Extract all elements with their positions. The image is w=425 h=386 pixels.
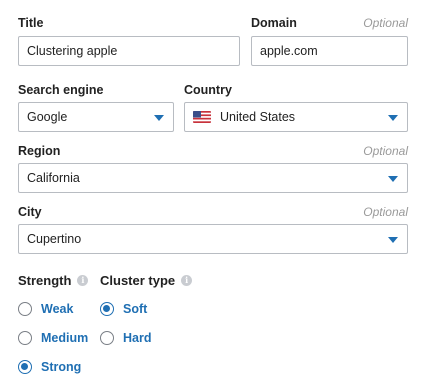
domain-label: Domain [251,16,297,30]
title-input-value: Clustering apple [27,44,118,58]
search-engine-value: Google [27,110,68,124]
region-select[interactable]: California [18,163,408,193]
strength-option-weak[interactable]: Weak [18,302,73,316]
strength-option-medium[interactable]: Medium [18,331,88,345]
city-optional-hint: Optional [363,205,408,219]
info-icon[interactable]: i [77,275,89,286]
city-label: City [18,205,42,219]
chevron-down-icon [388,115,398,121]
radio-label: Soft [123,302,148,316]
radio-button-selected[interactable] [100,302,114,316]
region-optional-hint: Optional [363,144,408,158]
search-engine-label: Search engine [18,83,104,97]
region-label: Region [18,144,61,158]
radio-button-selected[interactable] [18,360,32,374]
chevron-down-icon [154,115,164,121]
chevron-down-icon [388,237,398,243]
domain-input[interactable]: apple.com [251,36,408,66]
country-label: Country [184,83,232,97]
domain-input-value: apple.com [260,44,318,58]
info-icon[interactable]: i [181,275,193,286]
radio-button[interactable] [18,331,32,345]
cluster-type-option-hard[interactable]: Hard [100,331,151,345]
title-label: Title [18,16,44,30]
radio-button[interactable] [18,302,32,316]
country-value: United States [220,110,296,124]
strength-heading: Strength i [18,273,89,288]
region-value: California [27,171,80,185]
domain-optional-hint: Optional [363,16,408,30]
radio-label: Medium [41,331,89,345]
chevron-down-icon [388,176,398,182]
radio-button[interactable] [100,331,114,345]
cluster-type-option-soft[interactable]: Soft [100,302,147,316]
radio-label: Weak [41,302,74,316]
city-value: Cupertino [27,232,82,246]
cluster-type-label: Cluster type [100,273,176,288]
radio-label: Strong [41,360,82,374]
radio-label: Hard [123,331,152,345]
city-select[interactable]: Cupertino [18,224,408,254]
cluster-type-heading: Cluster type i [100,273,193,288]
us-flag-icon [193,111,211,123]
search-engine-select[interactable]: Google [18,102,174,132]
strength-option-strong[interactable]: Strong [18,360,81,374]
country-select[interactable]: United States [184,102,408,132]
strength-label: Strength [18,273,72,288]
title-input[interactable]: Clustering apple [18,36,240,66]
